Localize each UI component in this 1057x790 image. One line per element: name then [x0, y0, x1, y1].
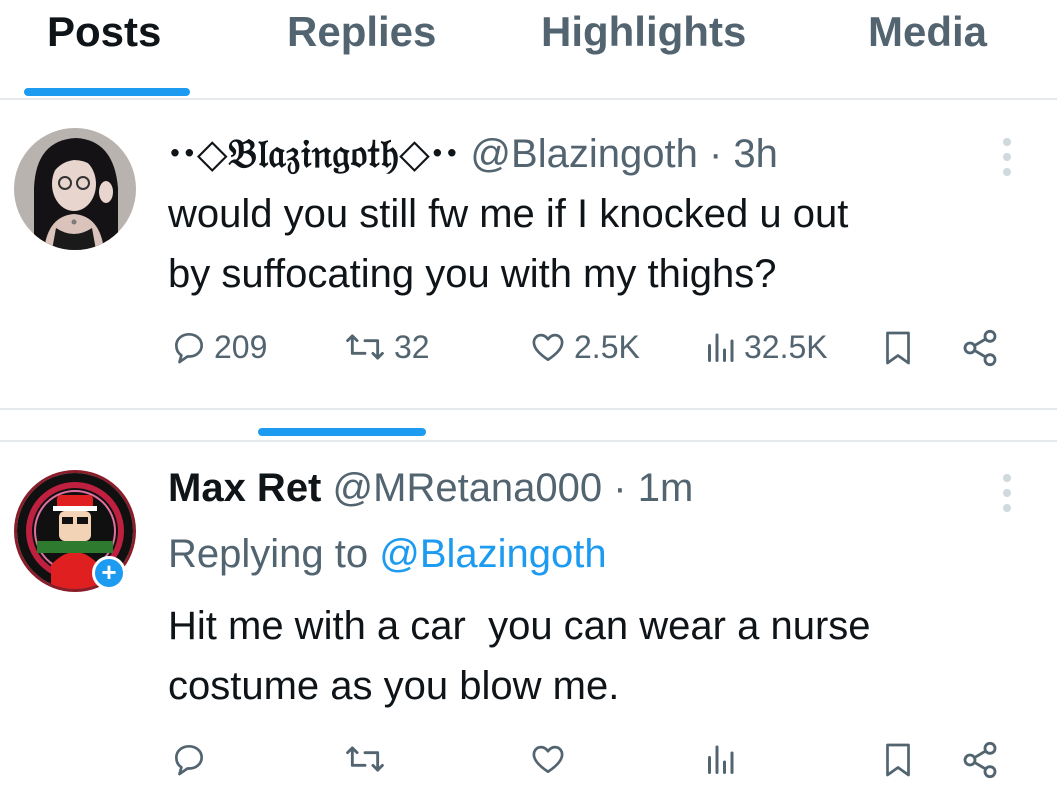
- post-header: Max Ret @MRetana000 · 1m: [168, 466, 693, 511]
- display-name[interactable]: Max Ret: [168, 466, 321, 510]
- like-count: 2.5K: [574, 328, 640, 365]
- separator-dot: ·: [613, 466, 627, 510]
- post-maxret[interactable]: + Max Ret @MRetana000 · 1m Replying to @…: [0, 442, 1057, 779]
- repost-icon: [346, 746, 384, 772]
- share-icon: [963, 329, 997, 367]
- more-icon[interactable]: [999, 138, 1015, 183]
- bookmark-button[interactable]: [880, 740, 916, 780]
- views-count: 32.5K: [744, 328, 828, 365]
- share-icon: [963, 741, 997, 779]
- tab-replies[interactable]: Replies: [287, 8, 436, 56]
- reply-button[interactable]: [170, 740, 208, 778]
- post-actions: 209 32 2.5K 32.5K: [0, 328, 1057, 378]
- views-button[interactable]: [702, 740, 738, 778]
- post-text-line: Hit me with a car you can wear a nurse: [168, 604, 871, 648]
- post-time[interactable]: 3h: [733, 132, 778, 176]
- post-text: Hit me with a car you can wear a nurse c…: [168, 596, 871, 716]
- like-icon: [532, 745, 564, 774]
- post-text-line: by suffocating you with my thighs?: [168, 252, 777, 296]
- views-icon: [708, 745, 734, 774]
- bookmark-icon: [886, 331, 910, 365]
- add-badge: +: [92, 556, 126, 590]
- reply-button[interactable]: 209: [170, 328, 267, 366]
- profile-tabs: Posts Replies Highlights Media: [0, 0, 1057, 99]
- reply-count: 209: [214, 328, 268, 365]
- tab-highlights[interactable]: Highlights: [541, 8, 746, 56]
- scroll-indicator: [258, 428, 426, 436]
- post-header: ··◇𝔅𝔩𝔞𝔷𝔦𝔫𝔤𝔬𝔱𝔥◇·· @Blazingoth · 3h: [168, 130, 778, 177]
- post-text-line: would you still fw me if I knocked u out: [168, 192, 849, 236]
- bookmark-button[interactable]: [880, 328, 916, 368]
- tab-posts[interactable]: Posts: [47, 8, 161, 56]
- bookmark-icon: [886, 743, 910, 777]
- reply-icon: [174, 332, 204, 364]
- replying-to-label: Replying to: [168, 532, 369, 576]
- active-tab-indicator: [24, 88, 190, 96]
- user-handle[interactable]: @MRetana000: [333, 466, 603, 510]
- reply-icon: [174, 744, 204, 776]
- tab-media[interactable]: Media: [868, 8, 987, 56]
- repost-button[interactable]: 32: [342, 328, 430, 366]
- replying-to: Replying to @Blazingoth: [168, 532, 607, 577]
- like-button[interactable]: 2.5K: [528, 328, 640, 366]
- more-icon[interactable]: [999, 474, 1015, 519]
- repost-button[interactable]: [342, 740, 388, 778]
- replying-to-mention[interactable]: @Blazingoth: [379, 532, 606, 576]
- post-actions: [0, 740, 1057, 790]
- post-text-line: costume as you blow me.: [168, 664, 620, 708]
- repost-count: 32: [394, 328, 430, 365]
- separator-dot: ·: [708, 132, 723, 176]
- share-button[interactable]: [960, 740, 1000, 780]
- post-blazingoth[interactable]: ··◇𝔅𝔩𝔞𝔷𝔦𝔫𝔤𝔬𝔱𝔥◇·· @Blazingoth · 3h would …: [0, 100, 1057, 408]
- like-button[interactable]: [528, 740, 568, 778]
- views-icon: [708, 333, 734, 362]
- share-button[interactable]: [960, 328, 1000, 368]
- post-time[interactable]: 1m: [638, 466, 694, 510]
- like-icon: [532, 333, 564, 362]
- views-button[interactable]: 32.5K: [702, 328, 828, 366]
- display-name[interactable]: ··◇𝔅𝔩𝔞𝔷𝔦𝔫𝔤𝔬𝔱𝔥◇··: [168, 130, 459, 177]
- post-text: would you still fw me if I knocked u out…: [168, 184, 848, 304]
- avatar-blazingoth[interactable]: [14, 128, 136, 250]
- user-handle[interactable]: @Blazingoth: [470, 132, 697, 176]
- post-divider: [0, 408, 1057, 410]
- repost-icon: [346, 334, 384, 360]
